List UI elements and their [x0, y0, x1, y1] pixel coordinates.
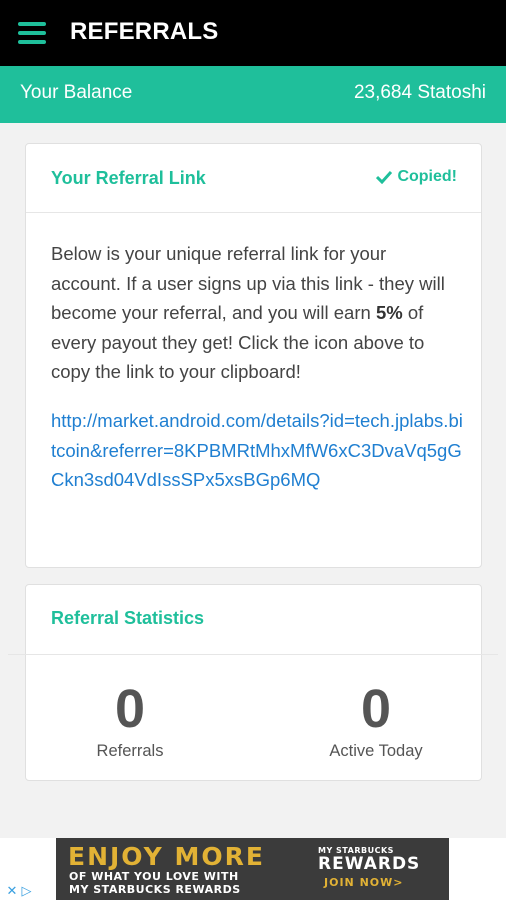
ad-brand-big: REWARDS	[318, 854, 421, 874]
ad-banner[interactable]: ENJOY MORE OF WHAT YOU LOVE WITH MY STAR…	[56, 838, 449, 900]
referral-description: Below is your unique referral link for y…	[51, 239, 461, 387]
referral-link-card: Your Referral Link Copied! Below is your…	[25, 143, 482, 568]
referral-link-card-header: Your Referral Link Copied!	[26, 144, 481, 213]
ad-brand: MY STARBUCKS REWARDS JOIN NOW>	[318, 846, 420, 889]
ad-subtext: OF WHAT YOU LOVE WITH MY STARBUCKS REWAR…	[69, 870, 241, 896]
copy-link-button[interactable]: Copied!	[376, 168, 457, 186]
ad-subtext-line2: MY STARBUCKS REWARDS	[69, 883, 241, 896]
balance-bar: Your Balance 23,684 Statoshi	[0, 66, 506, 123]
referral-link-title: Your Referral Link	[51, 168, 206, 188]
page-title: REFERRALS	[70, 18, 219, 45]
copied-label: Copied!	[397, 168, 457, 185]
ad-banner-area: ENJOY MORE OF WHAT YOU LOVE WITH MY STAR…	[0, 838, 506, 900]
checkmark-icon	[376, 170, 393, 184]
referral-percent: 5%	[375, 302, 403, 323]
app-bar: REFERRALS	[0, 0, 506, 66]
active-today-label: Active Today	[329, 742, 423, 760]
active-today-count: 0	[360, 679, 392, 739]
ad-info-icon[interactable]: ▷	[21, 883, 31, 899]
close-ad-icon[interactable]: ✕	[7, 883, 18, 899]
referrals-stat: 0 Referrals	[30, 682, 230, 761]
ad-cta[interactable]: JOIN NOW>	[324, 876, 420, 889]
referrals-label: Referrals	[96, 742, 164, 760]
active-today-stat: 0 Active Today	[276, 682, 476, 761]
referrals-count: 0	[114, 679, 146, 739]
referral-statistics-title: Referral Statistics	[51, 608, 205, 628]
balance-label: Your Balance	[20, 82, 133, 103]
balance-value: 23,684 Statoshi	[353, 82, 486, 103]
ad-subtext-line1: OF WHAT YOU LOVE WITH	[69, 870, 239, 883]
referral-link[interactable]: http://market.android.com/details?id=tec…	[51, 406, 466, 495]
hamburger-icon[interactable]	[18, 22, 46, 44]
ad-headline: ENJOY MORE	[68, 842, 265, 871]
ad-choices-icon[interactable]: ✕ ▷	[0, 882, 38, 900]
divider	[8, 654, 498, 655]
